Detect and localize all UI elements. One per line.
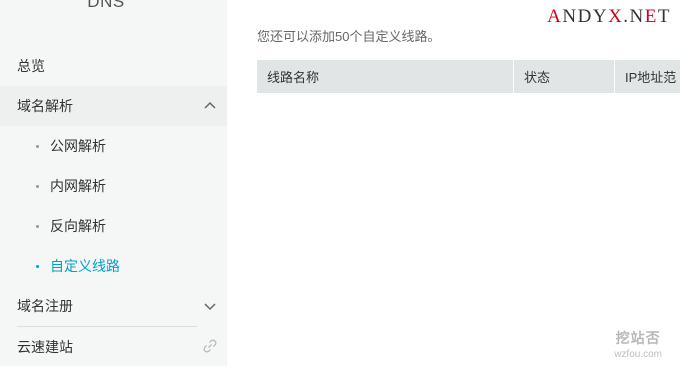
brand-part: .N bbox=[623, 6, 645, 27]
bullet-icon bbox=[36, 145, 39, 148]
chevron-up-icon[interactable] bbox=[203, 99, 217, 113]
nav-item-site-builder[interactable]: 云速建站 bbox=[0, 327, 227, 366]
external-link-icon[interactable] bbox=[203, 339, 217, 353]
sub-item-label: 自定义线路 bbox=[50, 258, 120, 274]
corner-watermark: 挖站否 wzfou.com bbox=[614, 328, 662, 360]
table-header: 线路名称 状态 IP地址范 bbox=[257, 60, 680, 93]
sub-item-label: 内网解析 bbox=[50, 178, 106, 194]
chevron-down-icon[interactable] bbox=[203, 299, 217, 313]
watermark-logo-text: 挖站否 bbox=[615, 330, 661, 346]
sub-item-label: 反向解析 bbox=[50, 218, 106, 234]
sub-item-label: 公网解析 bbox=[50, 138, 106, 154]
sidebar: DNS 总览 域名解析 公网解析 内网解析 反向解析 自定义线路 域名注册 云速… bbox=[0, 0, 227, 366]
brand-part: A bbox=[547, 6, 563, 27]
bullet-icon bbox=[36, 185, 39, 188]
brand-part: E bbox=[644, 6, 658, 27]
nav-item-label: 云速建站 bbox=[17, 339, 73, 355]
sub-item-public-resolution[interactable]: 公网解析 bbox=[0, 126, 227, 166]
column-header-line-name[interactable]: 线路名称 bbox=[257, 60, 514, 93]
sidebar-title: DNS bbox=[87, 0, 125, 11]
nav-item-label: 总览 bbox=[17, 58, 45, 74]
watermark-url: wzfou.com bbox=[614, 349, 662, 360]
sub-item-reverse-resolution[interactable]: 反向解析 bbox=[0, 206, 227, 246]
column-header-status[interactable]: 状态 bbox=[514, 60, 615, 93]
quota-hint: 您还可以添加50个自定义线路。 bbox=[257, 29, 441, 44]
brand-part: NDY bbox=[562, 6, 609, 27]
main-content: 您还可以添加50个自定义线路。 线路名称 状态 IP地址范 bbox=[227, 0, 680, 366]
column-header-ip-range[interactable]: IP地址范 bbox=[615, 60, 680, 93]
nav-item-label: 域名注册 bbox=[17, 298, 73, 314]
nav-item-domain-resolution[interactable]: 域名解析 bbox=[0, 86, 227, 126]
nav-item-domain-registration[interactable]: 域名注册 bbox=[0, 286, 227, 326]
nav-item-label: 域名解析 bbox=[17, 98, 73, 114]
brand-watermark: ANDYX.NET bbox=[547, 6, 671, 28]
brand-part: X bbox=[608, 6, 624, 27]
bullet-icon bbox=[36, 225, 39, 228]
bullet-icon bbox=[36, 265, 39, 268]
sub-item-custom-lines[interactable]: 自定义线路 bbox=[0, 246, 227, 286]
sub-item-private-resolution[interactable]: 内网解析 bbox=[0, 166, 227, 206]
brand-part: T bbox=[657, 6, 671, 27]
nav-item-overview[interactable]: 总览 bbox=[0, 46, 227, 86]
